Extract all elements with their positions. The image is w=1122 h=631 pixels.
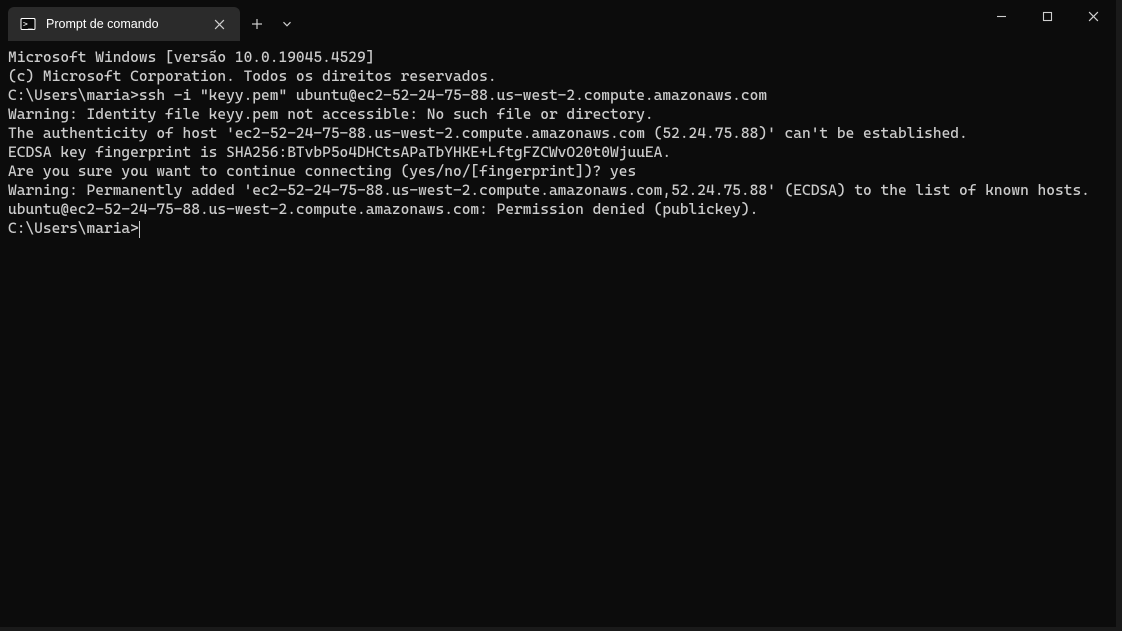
terminal-line: ubuntu@ec2-52-24-75-88.us-west-2.compute… — [8, 200, 1108, 219]
minimize-button[interactable] — [978, 0, 1024, 32]
svg-text:>_: >_ — [23, 20, 33, 29]
titlebar[interactable]: >_ Prompt de comando — [0, 0, 1116, 42]
terminal-window: >_ Prompt de comando — [0, 0, 1116, 627]
terminal-line: Warning: Permanently added 'ec2-52-24-75… — [8, 181, 1108, 200]
tab-cmd[interactable]: >_ Prompt de comando — [8, 7, 240, 41]
terminal-line: Warning: Identity file keyy.pem not acce… — [8, 105, 1108, 124]
tab-title: Prompt de comando — [46, 17, 194, 31]
terminal-line: ECDSA key fingerprint is SHA256:BTvbP5o4… — [8, 143, 1108, 162]
terminal-line: C:\Users\maria> — [8, 219, 1108, 238]
new-tab-button[interactable] — [240, 7, 274, 41]
terminal-line: C:\Users\maria>ssh -i "keyy.pem" ubuntu@… — [8, 86, 1108, 105]
maximize-icon — [1042, 11, 1053, 22]
terminal-line: Are you sure you want to continue connec… — [8, 162, 1108, 181]
terminal-line: The authenticity of host 'ec2-52-24-75-8… — [8, 124, 1108, 143]
close-icon — [214, 19, 225, 30]
terminal-line: (c) Microsoft Corporation. Todos os dire… — [8, 67, 1108, 86]
chevron-down-icon — [282, 19, 292, 29]
tab-actions — [240, 7, 300, 41]
terminal-output[interactable]: Microsoft Windows [versão 10.0.19045.452… — [0, 42, 1116, 627]
text-cursor — [139, 221, 141, 238]
close-window-button[interactable] — [1070, 0, 1116, 32]
cmd-icon: >_ — [20, 16, 36, 32]
close-icon — [1088, 11, 1099, 22]
titlebar-drag-area[interactable] — [300, 0, 978, 42]
window-controls — [978, 0, 1116, 42]
tabs-area: >_ Prompt de comando — [0, 0, 300, 42]
maximize-button[interactable] — [1024, 0, 1070, 32]
plus-icon — [251, 18, 263, 30]
tab-dropdown-button[interactable] — [274, 7, 300, 41]
terminal-line: Microsoft Windows [versão 10.0.19045.452… — [8, 48, 1108, 67]
tab-close-button[interactable] — [210, 15, 228, 33]
minimize-icon — [996, 11, 1007, 22]
